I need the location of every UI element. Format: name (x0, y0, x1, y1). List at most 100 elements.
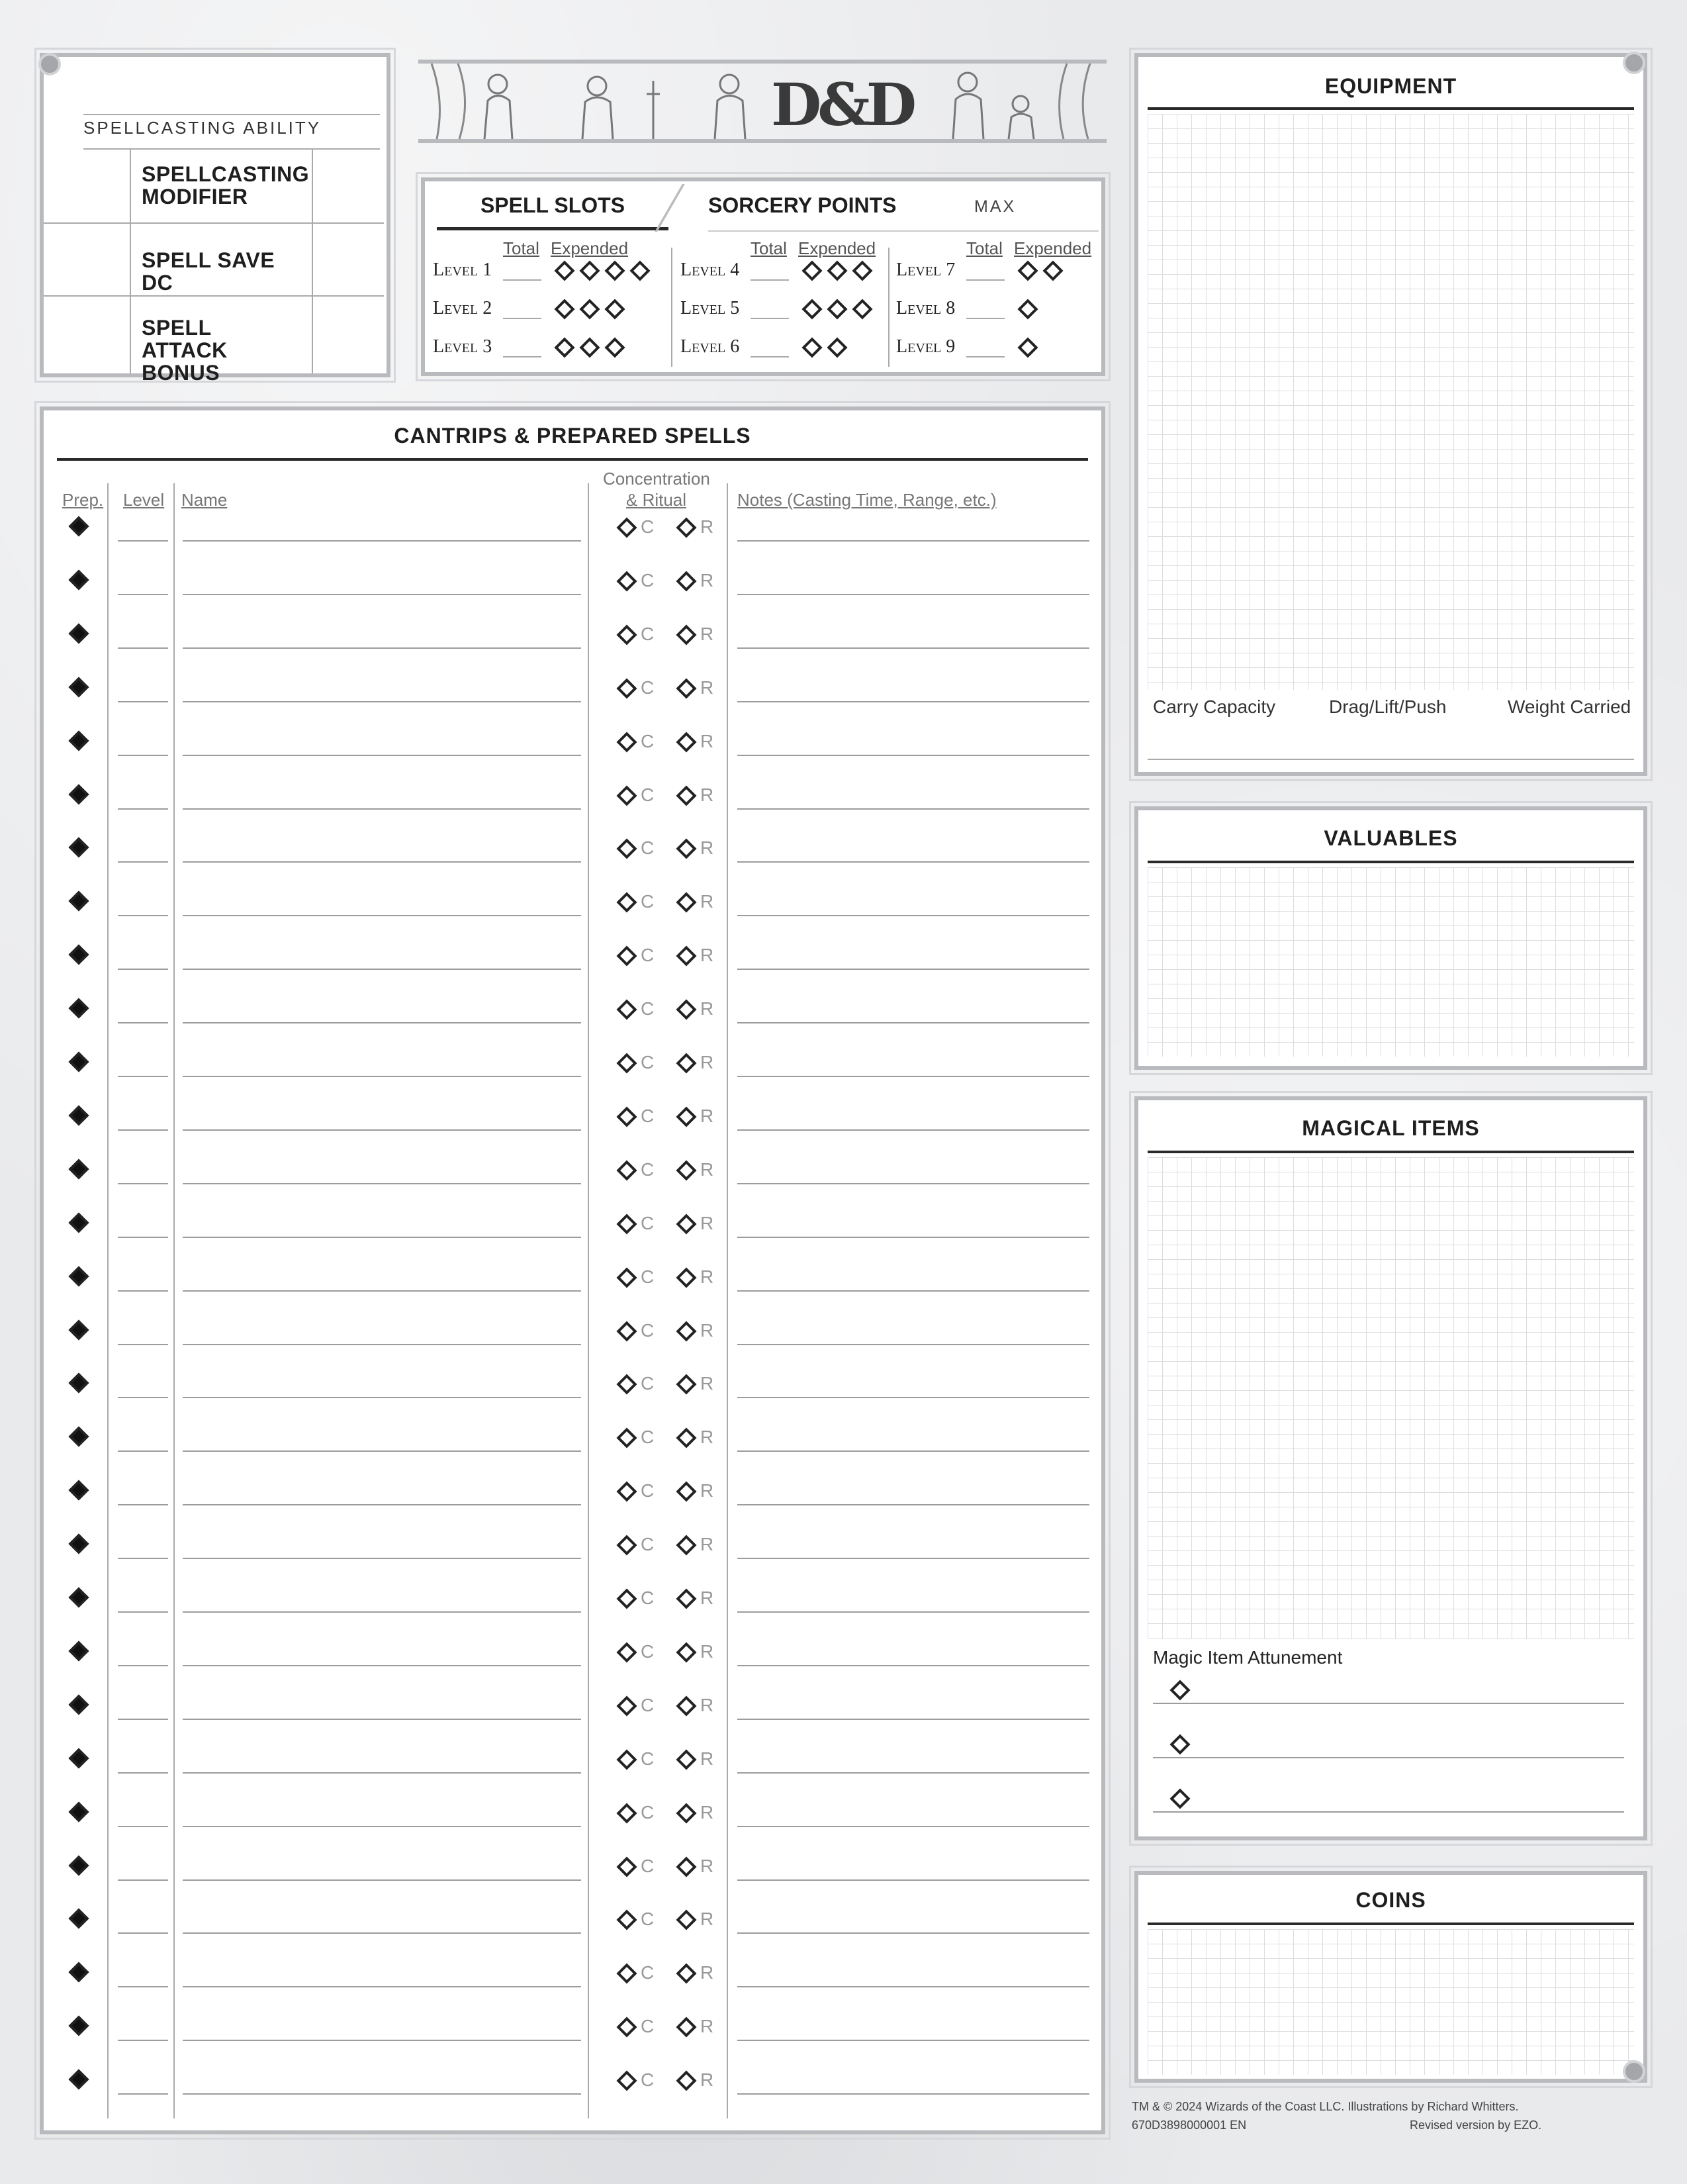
equipment-grid[interactable] (1148, 114, 1634, 690)
concentration-checkbox[interactable] (616, 732, 637, 753)
name-field[interactable] (183, 1183, 581, 1184)
slot-expended-checkbox[interactable] (827, 299, 848, 320)
concentration-checkbox[interactable] (616, 678, 637, 699)
notes-field[interactable] (737, 594, 1089, 595)
level-field[interactable] (118, 540, 168, 542)
name-field[interactable] (183, 701, 581, 702)
ritual-checkbox[interactable] (676, 1749, 697, 1770)
concentration-checkbox[interactable] (616, 624, 637, 645)
level-field[interactable] (118, 1022, 168, 1023)
notes-field[interactable] (737, 540, 1089, 542)
concentration-checkbox[interactable] (616, 1160, 637, 1181)
prepared-checkbox[interactable] (68, 1640, 89, 1662)
attunement-checkbox[interactable] (1169, 1734, 1191, 1755)
name-field[interactable] (183, 1879, 581, 1881)
notes-field[interactable] (737, 1826, 1089, 1827)
ritual-checkbox[interactable] (676, 1535, 697, 1556)
slot-expended-checkbox[interactable] (827, 337, 848, 358)
name-field[interactable] (183, 1772, 581, 1774)
level-field[interactable] (118, 1611, 168, 1613)
name-field[interactable] (183, 1986, 581, 1987)
level-field[interactable] (118, 1772, 168, 1774)
level-field[interactable] (118, 1504, 168, 1505)
level-field[interactable] (118, 1397, 168, 1398)
name-field[interactable] (183, 1932, 581, 1934)
slot-total-field[interactable] (503, 318, 541, 319)
attunement-checkbox[interactable] (1169, 1788, 1191, 1809)
concentration-checkbox[interactable] (616, 1427, 637, 1448)
concentration-checkbox[interactable] (616, 945, 637, 967)
level-field[interactable] (118, 755, 168, 756)
name-field[interactable] (183, 861, 581, 863)
ritual-checkbox[interactable] (676, 732, 697, 753)
prepared-checkbox[interactable] (68, 1480, 89, 1501)
slot-expended-checkbox[interactable] (579, 337, 600, 358)
level-field[interactable] (118, 1183, 168, 1184)
prepared-checkbox[interactable] (68, 1426, 89, 1447)
spellcasting-ability-field[interactable] (83, 114, 380, 115)
name-field[interactable] (183, 647, 581, 649)
notes-field[interactable] (737, 1076, 1089, 1077)
slot-expended-checkbox[interactable] (604, 337, 625, 358)
concentration-checkbox[interactable] (616, 838, 637, 859)
notes-field[interactable] (737, 1290, 1089, 1292)
name-field[interactable] (183, 1290, 581, 1292)
slot-expended-checkbox[interactable] (604, 299, 625, 320)
notes-field[interactable] (737, 1719, 1089, 1720)
notes-field[interactable] (737, 1237, 1089, 1238)
ritual-checkbox[interactable] (676, 517, 697, 538)
notes-field[interactable] (737, 1558, 1089, 1559)
notes-field[interactable] (737, 1397, 1089, 1398)
prepared-checkbox[interactable] (68, 944, 89, 965)
prepared-checkbox[interactable] (68, 1908, 89, 1929)
prepared-checkbox[interactable] (68, 998, 89, 1019)
attunement-field[interactable] (1153, 1757, 1624, 1758)
concentration-checkbox[interactable] (616, 1053, 637, 1074)
notes-field[interactable] (737, 1879, 1089, 1881)
slot-expended-checkbox[interactable] (801, 260, 823, 281)
level-field[interactable] (118, 1450, 168, 1452)
slot-expended-checkbox[interactable] (852, 299, 873, 320)
slot-total-field[interactable] (503, 279, 541, 281)
concentration-checkbox[interactable] (616, 1963, 637, 1984)
level-field[interactable] (118, 594, 168, 595)
slot-expended-checkbox[interactable] (579, 260, 600, 281)
ritual-checkbox[interactable] (676, 1642, 697, 1663)
notes-field[interactable] (737, 861, 1089, 863)
name-field[interactable] (183, 2040, 581, 2041)
attunement-field[interactable] (1153, 1811, 1624, 1813)
concentration-checkbox[interactable] (616, 892, 637, 913)
concentration-checkbox[interactable] (616, 1213, 637, 1235)
concentration-checkbox[interactable] (616, 1749, 637, 1770)
slot-total-field[interactable] (966, 279, 1005, 281)
concentration-checkbox[interactable] (616, 1856, 637, 1877)
name-field[interactable] (183, 2093, 581, 2095)
ritual-checkbox[interactable] (676, 838, 697, 859)
level-field[interactable] (118, 1558, 168, 1559)
name-field[interactable] (183, 1719, 581, 1720)
level-field[interactable] (118, 2093, 168, 2095)
prepared-checkbox[interactable] (68, 890, 89, 912)
name-field[interactable] (183, 1611, 581, 1613)
slot-expended-checkbox[interactable] (1017, 260, 1038, 281)
level-field[interactable] (118, 861, 168, 863)
attunement-checkbox[interactable] (1169, 1680, 1191, 1701)
attunement-field[interactable] (1153, 1703, 1624, 1704)
level-field[interactable] (118, 1879, 168, 1881)
level-field[interactable] (118, 1290, 168, 1292)
slot-expended-checkbox[interactable] (554, 337, 575, 358)
ritual-checkbox[interactable] (676, 785, 697, 806)
ritual-checkbox[interactable] (676, 1160, 697, 1181)
ritual-checkbox[interactable] (676, 999, 697, 1020)
slot-expended-checkbox[interactable] (1017, 337, 1038, 358)
prepared-checkbox[interactable] (68, 2069, 89, 2090)
slot-expended-checkbox[interactable] (801, 337, 823, 358)
ritual-checkbox[interactable] (676, 1963, 697, 1984)
slot-expended-checkbox[interactable] (801, 299, 823, 320)
slot-total-field[interactable] (966, 356, 1005, 357)
level-field[interactable] (118, 915, 168, 916)
ritual-checkbox[interactable] (676, 571, 697, 592)
name-field[interactable] (183, 1450, 581, 1452)
concentration-checkbox[interactable] (616, 1909, 637, 1930)
spell-save-dc-field[interactable] (44, 224, 128, 294)
